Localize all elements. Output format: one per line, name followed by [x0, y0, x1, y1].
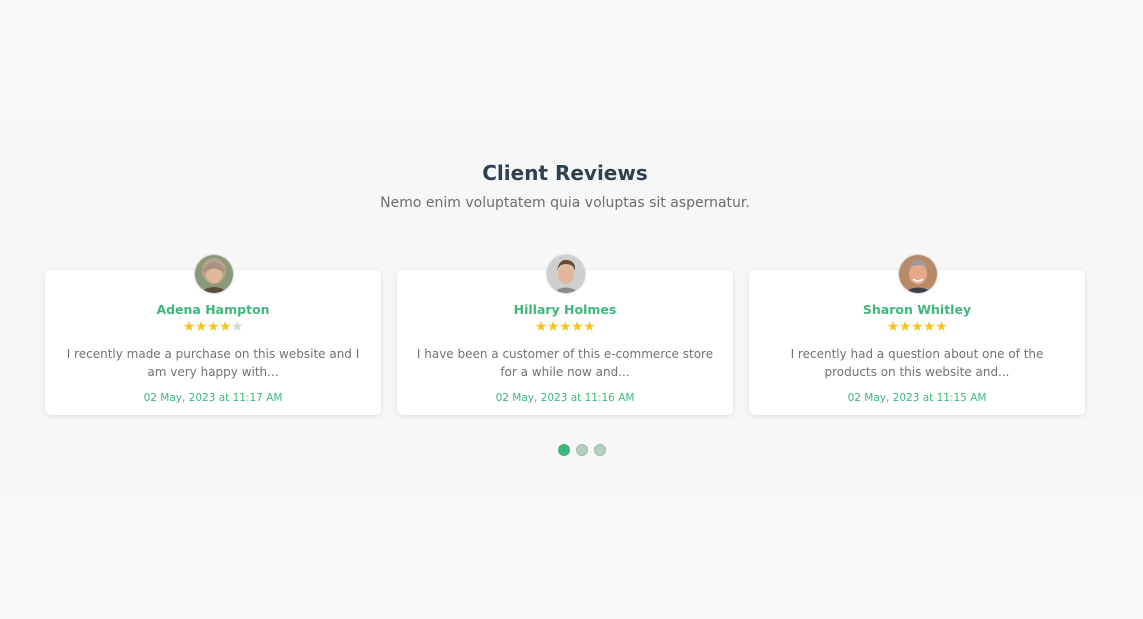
star-filled-icon: ★	[886, 319, 900, 335]
star-filled-icon: ★	[182, 319, 196, 335]
review-text: I have been a customer of this e-commerc…	[416, 347, 714, 379]
reviewer-name: Sharon Whitley	[862, 302, 972, 317]
review-date: 02 May, 2023 at 11:17 AM	[143, 392, 283, 404]
star-filled-icon: ★	[546, 319, 560, 335]
star-filled-icon: ★	[558, 319, 572, 335]
section-subtitle: Nemo enim voluptatem quia voluptas sit a…	[380, 195, 750, 211]
star-filled-icon: ★	[935, 319, 948, 335]
review-date: 02 May, 2023 at 11:16 AM	[495, 392, 635, 404]
star-rating: ★★★★★	[45, 319, 381, 335]
carousel-pagination	[558, 444, 606, 457]
carousel-dot-1[interactable]	[558, 444, 570, 456]
star-filled-icon: ★	[583, 319, 596, 335]
reviewer-avatar	[546, 254, 586, 294]
star-filled-icon: ★	[534, 319, 548, 335]
star-filled-icon: ★	[219, 319, 232, 335]
star-filled-icon: ★	[898, 319, 912, 335]
star-rating: ★★★★★	[397, 319, 733, 335]
section-title: Client Reviews	[482, 161, 648, 185]
review-text: I recently had a question about one of t…	[790, 347, 1044, 379]
reviewer-name: Adena Hampton	[156, 302, 270, 317]
carousel-dot-2[interactable]	[576, 444, 588, 456]
reviewer-avatar	[898, 254, 938, 294]
star-filled-icon: ★	[194, 319, 208, 335]
star-filled-icon: ★	[923, 319, 936, 335]
reviewer-name: Hillary Holmes	[513, 302, 617, 317]
star-filled-icon: ★	[910, 319, 924, 335]
star-empty-icon: ★	[231, 319, 244, 335]
star-filled-icon: ★	[571, 319, 584, 335]
review-text: I recently made a purchase on this websi…	[66, 347, 360, 379]
star-rating: ★★★★★	[749, 319, 1085, 335]
star-filled-icon: ★	[206, 319, 220, 335]
review-date: 02 May, 2023 at 11:15 AM	[847, 392, 987, 404]
reviewer-avatar	[194, 254, 234, 294]
carousel-dot-3[interactable]	[594, 444, 606, 456]
